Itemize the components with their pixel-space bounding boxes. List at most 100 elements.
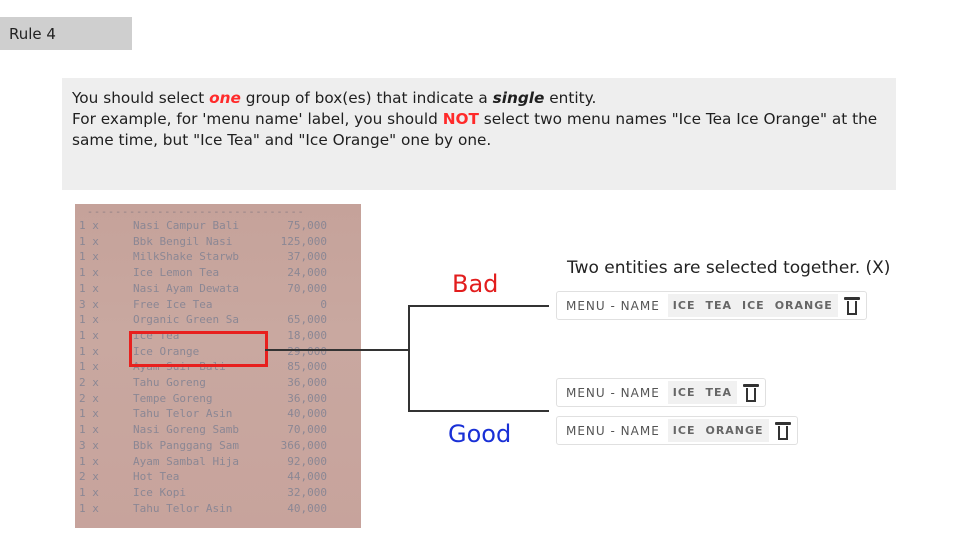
receipt-price: 70,000 <box>287 423 327 437</box>
receipt-qty: 1 x <box>79 266 99 280</box>
receipt-price: 40,000 <box>287 407 327 421</box>
receipt-line: 2 x Hot Tea 44,000 <box>75 470 361 485</box>
receipt-item-name: Nasi Campur Bali <box>133 219 239 232</box>
receipt-price: 70,000 <box>287 281 327 295</box>
token: ORANGE <box>769 294 838 317</box>
receipt-qty: 1 x <box>79 501 99 515</box>
receipt-item-name: MilkShake Starwb <box>133 250 239 264</box>
receipt-qty: 1 x <box>79 219 99 232</box>
receipt-qty: 2 x <box>79 391 99 405</box>
receipt-price: 37,000 <box>287 250 327 264</box>
receipt-qty: 1 x <box>79 313 99 327</box>
receipt-line: 1 x Bbk Bengil Nasi 125,000 <box>75 235 361 250</box>
good-annotation-chip-ice-orange[interactable]: MENU - NAME ICE ORANGE <box>556 416 798 445</box>
connector-line <box>408 305 410 411</box>
receipt-qty: 1 x <box>79 250 99 264</box>
receipt-line: 1 x Nasi Goreng Samb 70,000 <box>75 423 361 438</box>
receipt-item-name: Tempe Goreng <box>133 391 213 405</box>
token: ICE <box>667 419 701 442</box>
receipt-item-name: Bbk Bengil Nasi <box>133 234 233 248</box>
receipt-qty: 1 x <box>79 454 99 468</box>
selection-highlight-box <box>129 331 268 367</box>
chip-label: MENU - NAME <box>566 423 660 438</box>
receipt-line: 1 x Tahu Telor Asin 40,000 <box>75 502 361 517</box>
receipt-price: 85,000 <box>287 360 327 374</box>
receipt-price: 40,000 <box>287 501 327 515</box>
connector-line <box>408 410 549 412</box>
receipt-qty: 3 x <box>79 297 99 311</box>
receipt-line: 1 x Ice Lemon Tea 24,000 <box>75 266 361 281</box>
instruction-text: entity. <box>544 89 597 107</box>
receipt-qty: 2 x <box>79 470 99 484</box>
connector-line <box>265 349 409 351</box>
receipt-qty: 2 x <box>79 376 99 389</box>
instruction-text: You should select <box>72 89 210 107</box>
receipt-line: 3 x Free Ice Tea 0 <box>75 298 361 313</box>
receipt-qty: 1 x <box>79 485 99 499</box>
bad-annotation-chip[interactable]: MENU - NAME ICE TEA ICE ORANGE <box>556 291 867 320</box>
token: ICE <box>667 294 701 317</box>
receipt-price: 65,000 <box>287 313 327 327</box>
receipt-price: 32,000 <box>287 485 327 499</box>
token: ORANGE <box>700 419 769 442</box>
receipt-price: 44,000 <box>287 470 327 484</box>
receipt-price: 18,000 <box>287 328 327 342</box>
instruction-box: You should select one group of box(es) t… <box>62 78 896 190</box>
receipt-price: 92,000 <box>287 454 327 468</box>
token: ICE <box>737 294 770 317</box>
receipt-item-name: Nasi Ayam Dewata <box>133 281 239 295</box>
receipt-item-name: Tahu Telor Asin <box>133 501 233 515</box>
receipt-qty: 1 x <box>79 281 99 295</box>
connector-line <box>408 305 549 307</box>
receipt-qty: 1 x <box>79 360 99 374</box>
receipt-line: 2 x Tempe Goreng 36,000 <box>75 392 361 407</box>
receipt-item-name: Free Ice Tea <box>133 297 213 311</box>
receipt-price: 75,000 <box>287 219 327 232</box>
trash-icon[interactable] <box>774 421 791 441</box>
token-group: ICE TEA ICE ORANGE <box>667 294 838 317</box>
instruction-line-1: You should select one group of box(es) t… <box>72 88 886 109</box>
instruction-line-2: For example, for 'menu name' label, you … <box>72 109 886 151</box>
rule-tab: Rule 4 <box>0 17 132 50</box>
bad-caption: Two entities are selected together. (X) <box>567 258 891 278</box>
receipt-item-name: Nasi Goreng Samb <box>133 423 239 437</box>
receipt-price: 125,000 <box>280 234 327 248</box>
receipt-line: 1 x Nasi Campur Bali 75,000 <box>75 219 361 234</box>
instruction-text: For example, for 'menu name' label, you … <box>72 110 443 128</box>
rule-title: Rule 4 <box>9 24 56 43</box>
good-annotation-chip-ice-tea[interactable]: MENU - NAME ICE TEA <box>556 378 766 407</box>
receipt-qty: 1 x <box>79 344 99 358</box>
receipt-qty: 1 x <box>79 234 99 248</box>
receipt-item-name: Ayam Sambal Hija <box>133 454 239 468</box>
trash-icon[interactable] <box>743 383 759 403</box>
receipt-item-name: Tahu Telor Asin <box>133 407 233 421</box>
trash-icon[interactable] <box>843 296 860 316</box>
receipt-price: 29,000 <box>287 344 327 358</box>
receipt-line: 1 x Tahu Telor Asin 40,000 <box>75 407 361 422</box>
receipt-price: 36,000 <box>287 376 327 389</box>
receipt-item-name: Hot Tea <box>133 470 180 484</box>
emphasis-one: one <box>209 89 241 107</box>
receipt-line: 1 x Ayam Sambal Hija 92,000 <box>75 455 361 470</box>
token: TEA <box>700 381 737 404</box>
receipt-line: 1 x Nasi Ayam Dewata 70,000 <box>75 282 361 297</box>
receipt-item-name: Ice Kopi <box>133 485 186 499</box>
receipt-item-name: Bbk Panggang Sam <box>133 438 239 452</box>
receipt-price: 366,000 <box>280 438 327 452</box>
good-label: Good <box>448 420 512 448</box>
receipt-line: 1 x MilkShake Starwb 37,000 <box>75 250 361 265</box>
receipt-item-name: Organic Green Sa <box>133 313 239 327</box>
emphasis-single: single <box>492 89 545 107</box>
token: TEA <box>700 294 737 317</box>
receipt-qty: 1 x <box>79 423 99 437</box>
emphasis-not: NOT <box>442 110 479 128</box>
receipt-line: 3 x Bbk Panggang Sam 366,000 <box>75 439 361 454</box>
receipt-price: 0 <box>320 297 327 311</box>
receipt-line: 1 x Organic Green Sa 65,000 <box>75 313 361 328</box>
receipt-line: 2 x Tahu Goreng 36,000 <box>75 376 361 391</box>
receipt-line: 1 x Ice Kopi 32,000 <box>75 486 361 501</box>
receipt-qty: 1 x <box>79 328 99 342</box>
receipt-item-name: Ice Lemon Tea <box>133 266 220 280</box>
receipt-item-name: Tahu Goreng <box>133 376 206 389</box>
chip-label: MENU - NAME <box>566 298 660 313</box>
